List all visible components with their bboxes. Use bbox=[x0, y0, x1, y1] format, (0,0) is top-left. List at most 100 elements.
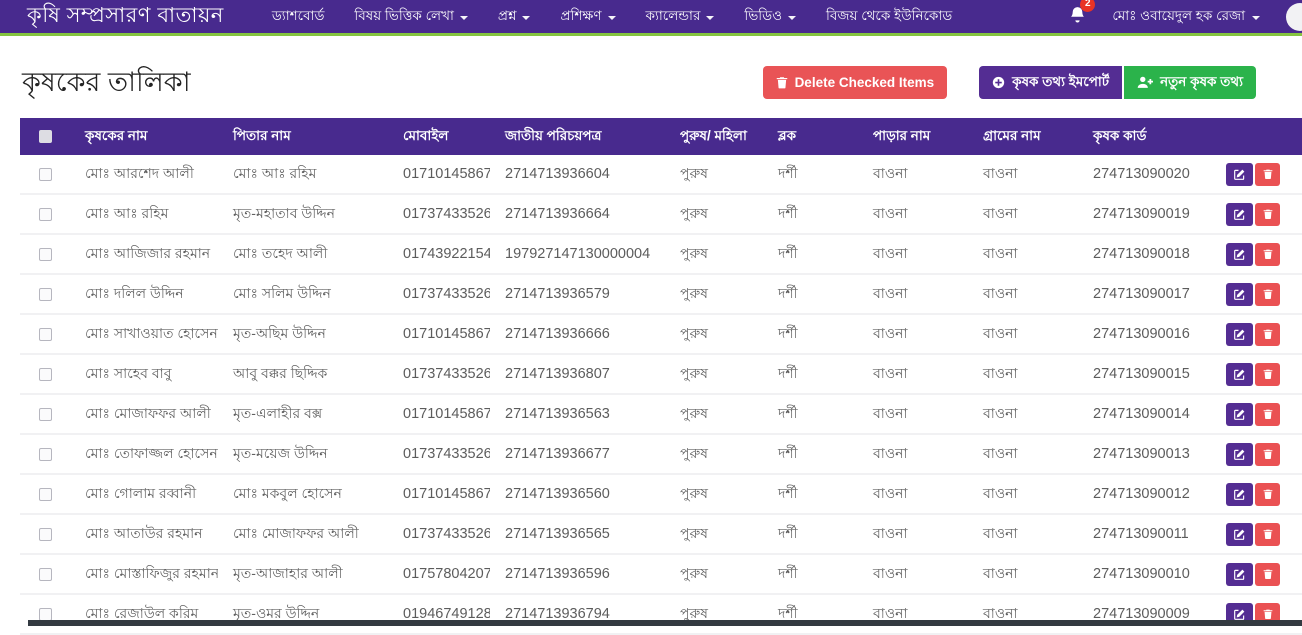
row-checkbox[interactable] bbox=[39, 448, 52, 461]
edit-row-button[interactable] bbox=[1226, 363, 1253, 386]
new-farmer-button[interactable]: নতুন কৃষক তথ্য bbox=[1124, 66, 1256, 99]
gender-cell: পুরুষ bbox=[665, 155, 763, 193]
column-header-actions bbox=[1226, 118, 1302, 155]
para-name-cell: বাওনা bbox=[858, 275, 968, 313]
para-name-cell: বাওনা bbox=[858, 195, 968, 233]
gender-cell: পুরুষ bbox=[665, 515, 763, 553]
row-checkbox[interactable] bbox=[39, 328, 52, 341]
notifications-button[interactable]: 2 bbox=[1069, 5, 1086, 28]
father-name-cell: মোঃ তহেদ আলী bbox=[218, 235, 388, 273]
nid-cell: 2714713936604 bbox=[490, 155, 665, 193]
nav-item-calendar[interactable]: ক্যালেন্ডার bbox=[646, 5, 715, 28]
farmer-name-cell: মোঃ রেজাউল করিম bbox=[70, 595, 218, 633]
nav-item-bijoy-to-unicode[interactable]: বিজয় থেকে ইউনিকোড bbox=[826, 5, 952, 28]
delete-row-button[interactable] bbox=[1255, 323, 1280, 346]
row-checkbox[interactable] bbox=[39, 528, 52, 541]
gender-cell: পুরুষ bbox=[665, 555, 763, 593]
nav-item-dashboard[interactable]: ড্যাশবোর্ড bbox=[272, 5, 325, 28]
nav-item-subject-articles[interactable]: বিষয় ভিত্তিক লেখা bbox=[354, 5, 467, 28]
edit-row-button[interactable] bbox=[1226, 443, 1253, 466]
village-name-cell: বাওনা bbox=[968, 435, 1078, 473]
trash-icon bbox=[1263, 568, 1273, 580]
village-name-cell: বাওনা bbox=[968, 355, 1078, 393]
edit-row-button[interactable] bbox=[1226, 283, 1253, 306]
delete-row-button[interactable] bbox=[1255, 523, 1280, 546]
father-name-cell: মৃত-আজাহার আলী bbox=[218, 555, 388, 593]
village-name-cell: বাওনা bbox=[968, 395, 1078, 433]
edit-row-button[interactable] bbox=[1226, 323, 1253, 346]
edit-row-button[interactable] bbox=[1226, 523, 1253, 546]
block-cell: দর্শী bbox=[763, 355, 858, 393]
mobile-cell: 01737433526 bbox=[388, 515, 490, 553]
mobile-cell: 01737433526 bbox=[388, 195, 490, 233]
block-cell: দর্শী bbox=[763, 235, 858, 273]
para-name-cell: বাওনা bbox=[858, 355, 968, 393]
row-checkbox[interactable] bbox=[39, 368, 52, 381]
mobile-cell: 01710145867 bbox=[388, 475, 490, 513]
edit-row-button[interactable] bbox=[1226, 403, 1253, 426]
edit-row-button[interactable] bbox=[1226, 203, 1253, 226]
para-name-cell: বাওনা bbox=[858, 555, 968, 593]
delete-row-button[interactable] bbox=[1255, 203, 1280, 226]
table-row: মোঃ আরশেদ আলী মোঃ আঃ রহিম 01710145867 27… bbox=[20, 155, 1302, 195]
delete-row-button[interactable] bbox=[1255, 283, 1280, 306]
farmer-table-body: মোঃ আরশেদ আলী মোঃ আঃ রহিম 01710145867 27… bbox=[20, 155, 1302, 635]
delete-row-button[interactable] bbox=[1255, 403, 1280, 426]
delete-row-button[interactable] bbox=[1255, 483, 1280, 506]
block-cell: দর্শী bbox=[763, 195, 858, 233]
row-checkbox[interactable] bbox=[39, 208, 52, 221]
delete-row-button[interactable] bbox=[1255, 363, 1280, 386]
edit-row-button[interactable] bbox=[1226, 563, 1253, 586]
trash-icon bbox=[1263, 488, 1273, 500]
village-name-cell: বাওনা bbox=[968, 475, 1078, 513]
import-farmer-data-label: কৃষক তথ্য ইমপোর্ট bbox=[1012, 71, 1109, 94]
table-header-row: কৃষকের নাম পিতার নাম মোবাইল জাতীয় পরিচয… bbox=[20, 118, 1302, 155]
table-row: মোঃ আজিজার রহমান মোঃ তহেদ আলী 0174392215… bbox=[20, 235, 1302, 275]
row-checkbox[interactable] bbox=[39, 248, 52, 261]
father-name-cell: মোঃ সলিম উদ্দিন bbox=[218, 275, 388, 313]
nav-item-questions[interactable]: প্রশ্ন bbox=[498, 5, 531, 28]
nid-cell: 2714713936596 bbox=[490, 555, 665, 593]
nav-item-video[interactable]: ভিডিও bbox=[744, 5, 796, 28]
row-checkbox[interactable] bbox=[39, 288, 52, 301]
edit-icon bbox=[1234, 489, 1245, 500]
import-farmer-data-button[interactable]: কৃষক তথ্য ইমপোর্ট bbox=[979, 66, 1122, 99]
table-row: মোঃ গোলাম রব্বানী মোঃ মকবুল হোসেন 017101… bbox=[20, 475, 1302, 515]
user-menu[interactable]: মোঃ ওবায়েদুল হক রেজা bbox=[1112, 5, 1260, 28]
delete-row-button[interactable] bbox=[1255, 163, 1280, 186]
delete-checked-button[interactable]: Delete Checked Items bbox=[763, 66, 948, 99]
row-checkbox[interactable] bbox=[39, 488, 52, 501]
father-name-cell: মৃত-এলাহীর বক্স bbox=[218, 395, 388, 433]
mobile-cell: 01737433526 bbox=[388, 275, 490, 313]
edit-row-button[interactable] bbox=[1226, 163, 1253, 186]
para-name-cell: বাওনা bbox=[858, 235, 968, 273]
delete-row-button[interactable] bbox=[1255, 443, 1280, 466]
block-cell: দর্শী bbox=[763, 315, 858, 353]
row-checkbox[interactable] bbox=[39, 408, 52, 421]
brand-logo[interactable]: কৃষি সম্প্রসারণ বাতায়ন bbox=[27, 0, 224, 34]
nid-cell: 197927147130000004 bbox=[490, 235, 665, 273]
row-checkbox[interactable] bbox=[39, 568, 52, 581]
village-name-cell: বাওনা bbox=[968, 195, 1078, 233]
delete-row-button[interactable] bbox=[1255, 563, 1280, 586]
mobile-cell: 01737433526 bbox=[388, 355, 490, 393]
row-checkbox[interactable] bbox=[39, 608, 52, 621]
gender-cell: পুরুষ bbox=[665, 475, 763, 513]
select-all-checkbox[interactable] bbox=[39, 130, 52, 143]
row-checkbox[interactable] bbox=[39, 168, 52, 181]
father-name-cell: মৃত-ওমর উদ্দিন bbox=[218, 595, 388, 633]
chevron-down-icon bbox=[460, 16, 468, 20]
gender-cell: পুরুষ bbox=[665, 315, 763, 353]
farmer-card-cell: 274713090016 bbox=[1078, 315, 1226, 353]
avatar[interactable] bbox=[1286, 3, 1302, 31]
delete-row-button[interactable] bbox=[1255, 243, 1280, 266]
edit-row-button[interactable] bbox=[1226, 483, 1253, 506]
trash-icon bbox=[776, 76, 788, 89]
edit-row-button[interactable] bbox=[1226, 243, 1253, 266]
trash-icon bbox=[1263, 288, 1273, 300]
nav-right: 2 মোঃ ওবায়েদুল হক রেজা bbox=[1069, 3, 1302, 31]
father-name-cell: মৃত-ময়েজ উদ্দিন bbox=[218, 435, 388, 473]
edit-icon bbox=[1234, 409, 1245, 420]
nav-item-training[interactable]: প্রশিক্ষণ bbox=[560, 5, 615, 28]
village-name-cell: বাওনা bbox=[968, 275, 1078, 313]
